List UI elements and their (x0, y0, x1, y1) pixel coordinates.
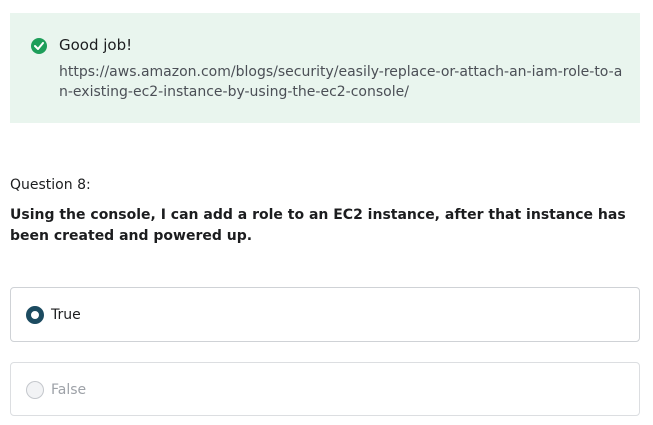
check-circle-icon (31, 38, 47, 54)
question-number: Question 8: (10, 177, 91, 193)
feedback-title: Good job! (59, 36, 133, 54)
question-text: Using the console, I can add a role to a… (10, 207, 626, 244)
answer-option-label: False (51, 382, 87, 398)
quiz-page: Good job! https://aws.amazon.com/blogs/s… (0, 0, 653, 425)
answer-option-false[interactable]: False (10, 362, 640, 416)
answer-option-label: True (51, 307, 81, 323)
feedback-banner: Good job! https://aws.amazon.com/blogs/s… (10, 13, 640, 123)
feedback-link[interactable]: https://aws.amazon.com/blogs/security/ea… (59, 62, 624, 102)
radio-selected-icon[interactable] (26, 306, 44, 324)
radio-unselected-icon[interactable] (26, 381, 44, 399)
answer-option-true[interactable]: True (10, 287, 640, 342)
